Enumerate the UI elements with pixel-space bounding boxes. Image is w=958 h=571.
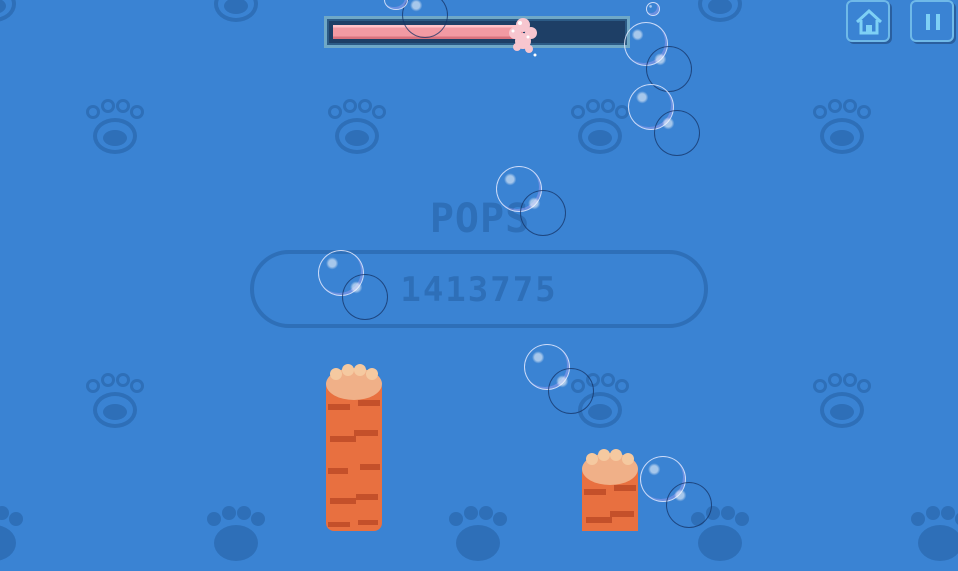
bubble[interactable] xyxy=(654,110,700,156)
paw-print-icon xyxy=(0,506,23,561)
paw-print-icon xyxy=(813,99,871,154)
bubble[interactable] xyxy=(646,2,660,16)
paw-marker-icon xyxy=(509,18,537,57)
paw-print-icon xyxy=(813,373,871,428)
paw-print-icon xyxy=(449,506,507,561)
paw-print-icon xyxy=(328,99,386,154)
bubble[interactable] xyxy=(548,368,594,414)
paw-print-icon xyxy=(207,506,265,561)
pause-button[interactable] xyxy=(910,0,954,42)
paw-print-icon xyxy=(86,99,144,154)
pops-counter: 1413775 xyxy=(250,250,708,328)
cat-paw-right[interactable] xyxy=(578,449,642,531)
home-button[interactable] xyxy=(846,0,890,42)
bubble[interactable] xyxy=(520,190,566,236)
bubble[interactable] xyxy=(342,274,388,320)
paw-print-icon xyxy=(0,0,16,22)
progress-bar xyxy=(324,16,630,57)
home-icon xyxy=(855,8,883,35)
paw-print-icon xyxy=(698,0,742,22)
pause-icon xyxy=(926,14,940,30)
paw-print-icon xyxy=(214,0,258,22)
cat-paw-left[interactable] xyxy=(322,364,386,531)
paw-print-icon xyxy=(86,373,144,428)
bubble[interactable] xyxy=(666,482,712,528)
paw-print-icon xyxy=(911,506,958,561)
